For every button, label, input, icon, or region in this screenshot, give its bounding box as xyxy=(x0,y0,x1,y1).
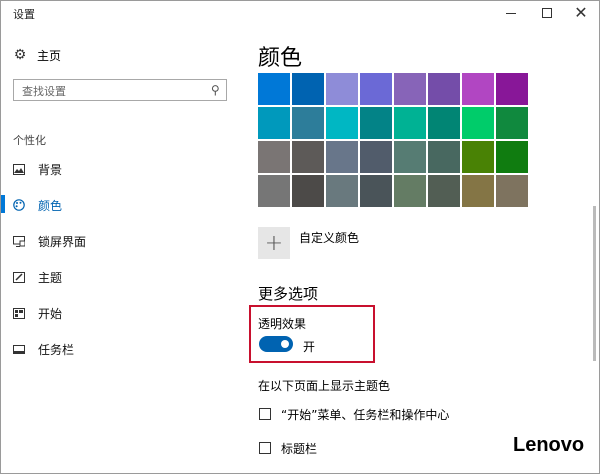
maximize-icon xyxy=(542,8,552,18)
color-swatch[interactable] xyxy=(258,175,290,207)
color-swatch[interactable] xyxy=(462,73,494,105)
close-button[interactable]: ✕ xyxy=(563,1,599,25)
custom-color-label: 自定义颜色 xyxy=(299,230,360,245)
color-swatch[interactable] xyxy=(292,73,324,105)
checkbox-title-bars[interactable]: 标题栏 xyxy=(259,439,317,457)
color-swatch[interactable] xyxy=(462,141,494,173)
sidebar-item-themes[interactable]: 主题 xyxy=(13,267,62,287)
taskbar-icon xyxy=(13,343,25,355)
sidebar-item-label: 任务栏 xyxy=(38,342,75,357)
color-swatch[interactable] xyxy=(428,141,460,173)
color-swatch[interactable] xyxy=(326,175,358,207)
color-swatch[interactable] xyxy=(360,141,392,173)
color-swatch[interactable] xyxy=(496,107,528,139)
transparency-label: 透明效果 xyxy=(258,317,307,331)
search-placeholder: 查找设置 xyxy=(22,85,66,98)
window-title: 设置 xyxy=(13,8,35,21)
custom-color-button[interactable]: + 自定义颜色 xyxy=(258,226,359,260)
sidebar-item-label: 背景 xyxy=(38,162,63,177)
color-swatch[interactable] xyxy=(326,141,358,173)
checkbox-label: “开始”菜单、任务栏和操作中心 xyxy=(281,407,450,422)
color-swatch[interactable] xyxy=(394,73,426,105)
color-swatch[interactable] xyxy=(462,175,494,207)
color-swatch[interactable] xyxy=(360,73,392,105)
color-swatch[interactable] xyxy=(292,141,324,173)
scrollbar[interactable] xyxy=(593,206,596,361)
search-input[interactable]: 查找设置 ⚲ xyxy=(13,79,227,101)
color-swatch[interactable] xyxy=(462,107,494,139)
color-swatch[interactable] xyxy=(258,107,290,139)
sidebar-item-label: 主页 xyxy=(37,48,62,63)
minimize-icon xyxy=(506,12,516,14)
monitor-icon xyxy=(13,235,25,247)
color-swatch[interactable] xyxy=(496,141,528,173)
search-icon[interactable]: ⚲ xyxy=(211,83,220,97)
maximize-button[interactable] xyxy=(529,1,565,25)
color-swatch[interactable] xyxy=(394,141,426,173)
checkbox[interactable] xyxy=(259,408,271,420)
close-icon: ✕ xyxy=(574,3,588,22)
color-swatch[interactable] xyxy=(394,107,426,139)
color-swatch[interactable] xyxy=(258,73,290,105)
color-swatch[interactable] xyxy=(360,107,392,139)
picture-icon xyxy=(13,163,25,175)
palette-icon xyxy=(13,199,25,211)
color-swatch[interactable] xyxy=(428,175,460,207)
sidebar-item-label: 开始 xyxy=(38,306,63,321)
color-swatch[interactable] xyxy=(326,73,358,105)
gear-icon: ⚙ xyxy=(13,47,27,63)
color-swatch[interactable] xyxy=(258,141,290,173)
lenovo-watermark: Lenovo xyxy=(513,434,585,456)
checkbox-label: 标题栏 xyxy=(281,441,318,456)
more-options-heading: 更多选项 xyxy=(258,285,319,303)
color-swatch[interactable] xyxy=(292,107,324,139)
minimize-button[interactable] xyxy=(493,1,529,25)
sidebar-item-label: 主题 xyxy=(38,270,63,285)
toggle-state-label: 开 xyxy=(303,340,316,354)
start-grid-icon xyxy=(13,307,25,319)
sidebar-item-lockscreen[interactable]: 锁屏界面 xyxy=(13,231,86,251)
sidebar-item-taskbar[interactable]: 任务栏 xyxy=(13,339,74,359)
color-swatch[interactable] xyxy=(496,175,528,207)
color-palette xyxy=(258,73,528,207)
plus-icon: + xyxy=(258,227,290,259)
sidebar-item-colors[interactable]: 颜色 xyxy=(13,195,62,215)
settings-window: 设置 ✕ ⚙ 主页 查找设置 ⚲ 个性化 背景 颜色 锁屏界面 主题 开始 任务… xyxy=(0,0,600,474)
checkbox[interactable] xyxy=(259,442,271,454)
title-bar: 设置 ✕ xyxy=(1,1,599,25)
color-swatch[interactable] xyxy=(292,175,324,207)
sidebar-item-background[interactable]: 背景 xyxy=(13,159,62,179)
color-swatch[interactable] xyxy=(394,175,426,207)
color-swatch[interactable] xyxy=(496,73,528,105)
sidebar-item-label: 颜色 xyxy=(38,198,63,213)
toggle-knob xyxy=(281,340,289,348)
checkbox-start-taskbar[interactable]: “开始”菜单、任务栏和操作中心 xyxy=(259,405,449,423)
color-swatch[interactable] xyxy=(428,73,460,105)
color-swatch[interactable] xyxy=(428,107,460,139)
sidebar-item-start[interactable]: 开始 xyxy=(13,303,62,323)
color-swatch[interactable] xyxy=(326,107,358,139)
transparency-toggle[interactable] xyxy=(259,336,293,352)
accent-surfaces-heading: 在以下页面上显示主题色 xyxy=(258,379,391,393)
color-swatch[interactable] xyxy=(360,175,392,207)
sidebar-item-label: 锁屏界面 xyxy=(38,234,87,249)
active-indicator xyxy=(1,195,5,213)
page-title: 颜色 xyxy=(258,46,303,71)
section-title: 个性化 xyxy=(13,134,46,147)
brush-icon xyxy=(13,271,25,283)
sidebar-item-home[interactable]: ⚙ 主页 xyxy=(13,44,61,66)
